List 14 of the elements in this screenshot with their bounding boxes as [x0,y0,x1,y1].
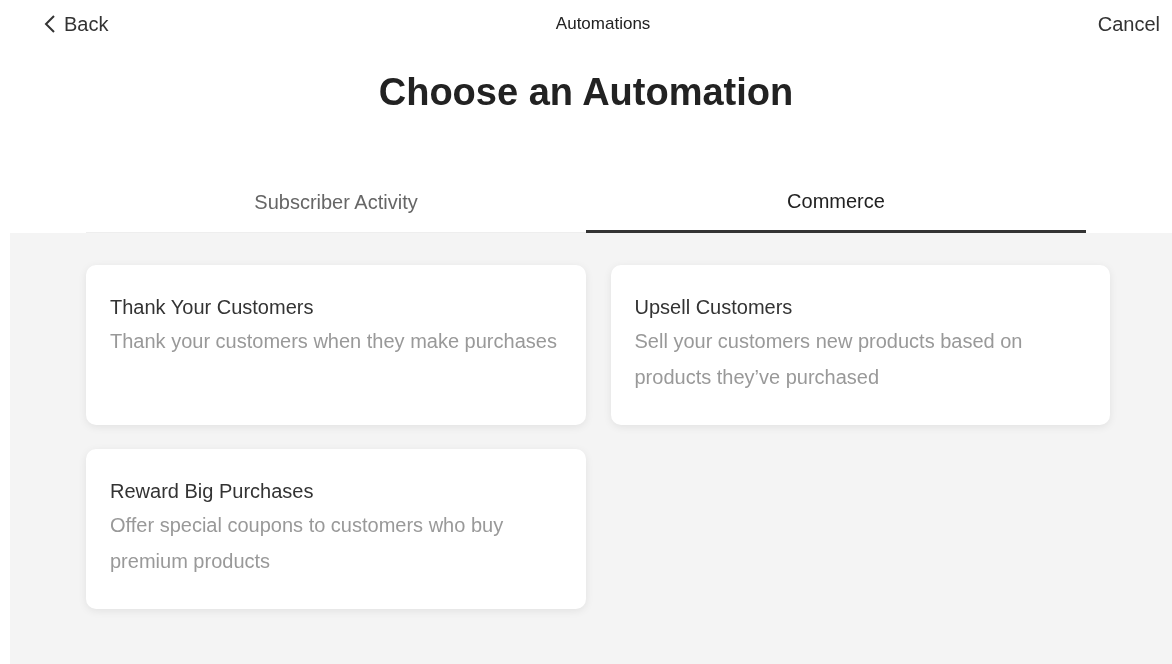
page-title: Automations [555,13,651,36]
card-title: Upsell Customers [634,295,794,320]
card-title: Reward Big Purchases [110,479,315,504]
card-description: Offer special coupons to customers who buy premium products [110,513,505,574]
automation-card[interactable]: Upsell Customers Sell your customers new products based on products they’ve purchased [610,265,1110,425]
card-description: Thank your customers when they make purchases [110,329,558,354]
back-button[interactable]: Back [44,9,109,39]
card-title: Thank Your Customers [110,295,315,320]
card-description: Sell your customers new products based on products they’ve purchased [634,329,1024,390]
automation-card[interactable]: Reward Big Purchases Offer special coupons to customers who buy premium products [86,449,586,609]
chevron-left-icon [44,14,56,34]
cancel-button[interactable]: Cancel [1097,9,1160,39]
heading: Choose an Automation [377,70,795,115]
automation-card[interactable]: Thank Your Customers Thank your customers when they make purchases [86,265,586,425]
